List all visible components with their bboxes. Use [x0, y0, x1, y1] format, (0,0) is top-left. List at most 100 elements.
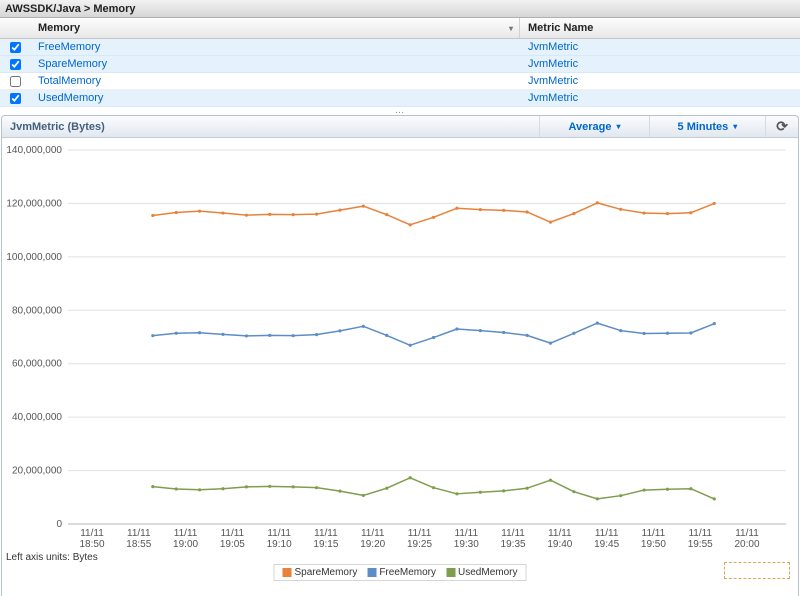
series-point: [315, 213, 318, 216]
metric-link[interactable]: SpareMemory: [38, 58, 107, 70]
column-header-memory-label: Memory: [38, 22, 80, 34]
row-name-cell: TotalMemory: [30, 75, 520, 87]
chart-legend: SpareMemoryFreeMemoryUsedMemory: [274, 564, 527, 581]
table-resize-strip: …: [0, 107, 800, 115]
table-body: FreeMemoryJvmMetricSpareMemoryJvmMetricT…: [0, 39, 800, 107]
x-axis-time-label: 19:40: [547, 539, 572, 550]
row-checkbox[interactable]: [10, 59, 21, 70]
column-header-metric-name[interactable]: Metric Name: [520, 22, 800, 34]
series-point: [151, 485, 154, 488]
series-point: [151, 214, 154, 217]
x-axis-date-label: 11/11: [408, 528, 432, 539]
series-point: [338, 209, 341, 212]
row-metric-cell: JvmMetric: [520, 41, 800, 53]
row-metric-cell: JvmMetric: [520, 75, 800, 87]
breadcrumb-text: AWSSDK/Java > Memory: [5, 3, 136, 15]
legend-item: SpareMemory: [283, 567, 358, 578]
series-point: [549, 479, 552, 482]
row-checkbox-cell: [0, 41, 30, 53]
series-point: [409, 476, 412, 479]
table-row[interactable]: TotalMemory JvmMetric: [0, 73, 800, 90]
series-point: [619, 208, 622, 211]
x-axis-time-label: 19:05: [220, 539, 245, 550]
series-line-SpareMemory: [153, 203, 714, 225]
x-axis-date-label: 11/11: [455, 528, 479, 539]
row-checkbox[interactable]: [10, 42, 21, 53]
legend-swatch: [283, 568, 292, 577]
series-point: [572, 490, 575, 493]
series-point: [362, 205, 365, 208]
row-name-cell: UsedMemory: [30, 92, 520, 104]
series-point: [572, 212, 575, 215]
x-axis-time-label: 19:55: [688, 539, 713, 550]
series-point: [292, 213, 295, 216]
series-point: [455, 492, 458, 495]
series-point: [572, 332, 575, 335]
table-row[interactable]: FreeMemory JvmMetric: [0, 39, 800, 56]
x-axis-time-label: 20:00: [734, 539, 759, 550]
series-point: [221, 211, 224, 214]
column-header-memory[interactable]: Memory ▾: [30, 18, 520, 38]
row-name-cell: FreeMemory: [30, 41, 520, 53]
x-axis-date-label: 11/11: [127, 528, 151, 539]
x-axis-date-label: 11/11: [174, 528, 198, 539]
metric-name-link[interactable]: JvmMetric: [528, 41, 578, 53]
series-point: [713, 322, 716, 325]
series-point: [479, 329, 482, 332]
series-point: [175, 487, 178, 490]
metric-link[interactable]: UsedMemory: [38, 92, 103, 104]
metric-name-link[interactable]: JvmMetric: [528, 58, 578, 70]
column-sort-caret-icon[interactable]: ▾: [509, 24, 513, 33]
row-checkbox-cell: [0, 75, 30, 87]
x-axis-date-label: 11/11: [548, 528, 572, 539]
row-metric-cell: JvmMetric: [520, 58, 800, 70]
series-point: [619, 494, 622, 497]
y-axis-label: 100,000,000: [6, 252, 62, 263]
x-axis-time-label: 19:35: [501, 539, 526, 550]
chart-panel: JvmMetric (Bytes) Average ▾ 5 Minutes ▾ …: [1, 115, 799, 596]
series-point: [642, 488, 645, 491]
table-resize-handle[interactable]: …: [389, 109, 412, 113]
series-point: [549, 221, 552, 224]
series-point: [479, 491, 482, 494]
row-checkbox[interactable]: [10, 76, 21, 87]
page: AWSSDK/Java > Memory Memory ▾ Metric Nam…: [0, 0, 800, 596]
metric-link[interactable]: TotalMemory: [38, 75, 101, 87]
refresh-button[interactable]: ⟳: [765, 116, 798, 137]
x-axis-time-label: 19:25: [407, 539, 432, 550]
x-axis-date-label: 11/11: [361, 528, 385, 539]
series-point: [385, 213, 388, 216]
series-point: [689, 211, 692, 214]
metric-name-link[interactable]: JvmMetric: [528, 92, 578, 104]
row-checkbox[interactable]: [10, 93, 21, 104]
period-dropdown[interactable]: 5 Minutes ▾: [649, 116, 766, 137]
y-axis-label: 20,000,000: [12, 466, 62, 477]
metric-link[interactable]: FreeMemory: [38, 41, 100, 53]
chart-header: JvmMetric (Bytes) Average ▾ 5 Minutes ▾ …: [2, 116, 798, 138]
x-axis-date-label: 11/11: [642, 528, 666, 539]
legend-swatch: [446, 568, 455, 577]
series-point: [596, 497, 599, 500]
series-point: [502, 331, 505, 334]
series-point: [315, 333, 318, 336]
x-axis-time-label: 19:30: [454, 539, 479, 550]
statistic-dropdown[interactable]: Average ▾: [539, 116, 648, 137]
series-point: [526, 334, 529, 337]
series-point: [385, 334, 388, 337]
series-point: [385, 487, 388, 490]
chevron-down-icon: ▾: [733, 122, 737, 131]
series-point: [713, 202, 716, 205]
table-row[interactable]: SpareMemory JvmMetric: [0, 56, 800, 73]
metric-name-link[interactable]: JvmMetric: [528, 75, 578, 87]
series-point: [175, 211, 178, 214]
series-point: [642, 211, 645, 214]
metrics-chart[interactable]: 020,000,00040,000,00060,000,00080,000,00…: [2, 138, 800, 550]
chevron-down-icon: ▾: [617, 122, 621, 131]
y-axis-label: 0: [56, 519, 62, 530]
series-point: [479, 208, 482, 211]
legend-label: FreeMemory: [379, 567, 436, 578]
x-axis-date-label: 11/11: [501, 528, 525, 539]
series-point: [292, 334, 295, 337]
x-axis-date-label: 11/11: [314, 528, 338, 539]
series-point: [502, 209, 505, 212]
